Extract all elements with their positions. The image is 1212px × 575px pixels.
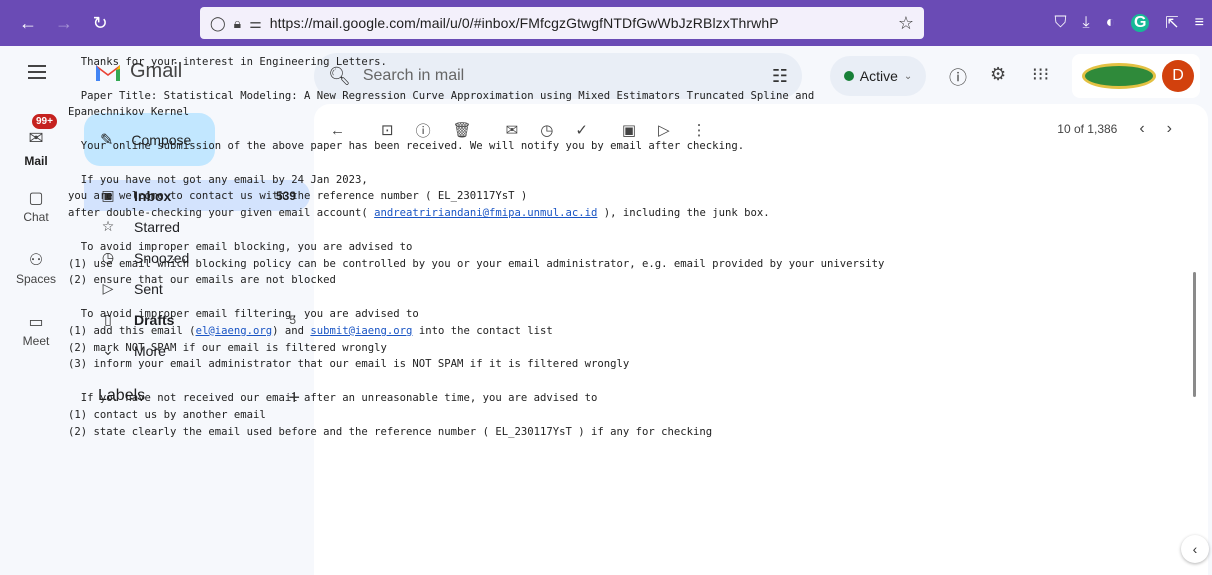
url-text: https://mail.google.com/mail/u/0/#inbox/… [269, 15, 779, 31]
chevron-left-icon: ‹ [1192, 541, 1198, 557]
body-line: (2) state clearly the email used before … [68, 425, 713, 438]
pocket-icon[interactable]: ⛉ [1054, 14, 1066, 32]
org-emblem-icon [1082, 63, 1156, 89]
lock-icon: 🔒︎ [233, 14, 242, 31]
browser-extensions: ⛉ ⤓ ◐ G ⇱ ≡ [1054, 0, 1204, 46]
rail-mail[interactable]: ✉ 99+ Mail [0, 114, 72, 168]
email-body: Thanks for your interest in Engineering … [68, 54, 884, 440]
grammarly-icon[interactable]: G [1131, 14, 1150, 32]
chevron-down-icon: ⌄ [903, 70, 913, 82]
reload-icon[interactable]: ↻ [86, 13, 114, 34]
author-email-link[interactable]: andreatririandani@fmipa.unmul.ac.id [374, 207, 597, 219]
body-line: To avoid improper email blocking, you ar… [80, 240, 413, 253]
body-line: ) and [272, 324, 311, 337]
scrollbar-thumb[interactable] [1193, 272, 1196, 397]
newer-chevron-icon[interactable]: ‹ [1139, 120, 1144, 138]
body-line: (1) add this email ( [68, 324, 196, 337]
body-line: If you have not received our email after… [80, 391, 598, 404]
body-line: Paper Title: Statistical Modeling: A New… [80, 89, 815, 102]
rail-label: Meet [22, 334, 50, 348]
body-line: into the contact list [412, 324, 553, 337]
body-line: you are welcome to contact us with the r… [68, 190, 528, 203]
body-line: (3) inform your email administrator that… [68, 358, 630, 371]
rail-label: Spaces [15, 272, 57, 286]
main-menu-icon[interactable] [28, 65, 46, 79]
rail-spaces[interactable]: ⚇ Spaces [0, 250, 72, 286]
video-camera-icon: ▭ [28, 314, 44, 331]
body-line: Epanechnikov Kernel [68, 106, 190, 119]
unread-badge: 99+ [32, 114, 57, 129]
rail-label: Mail [24, 154, 48, 168]
body-line: Your online submission of the above pape… [80, 139, 745, 152]
body-line: (2) ensure that our emails are not block… [68, 274, 336, 287]
body-line: If you have not got any email by 24 Jan … [80, 173, 368, 186]
share-icon[interactable]: ⇱ [1165, 13, 1178, 33]
pagination: 10 of 1,386 ‹ › [1057, 120, 1172, 138]
back-arrow-icon[interactable]: ← [14, 13, 42, 34]
body-line: after double-checking your given email a… [68, 207, 375, 220]
forward-arrow-icon[interactable]: → [50, 13, 78, 34]
el-email-link[interactable]: el@iaeng.org [196, 325, 273, 337]
account-avatar[interactable]: D [1162, 60, 1194, 92]
rail-label: Chat [23, 210, 49, 224]
chat-icon: ▢ [28, 190, 44, 207]
rail-meet[interactable]: ▭ Meet [0, 312, 72, 348]
help-icon[interactable]: ⓘ [949, 64, 967, 90]
settings-gear-icon[interactable]: ⚙ [990, 64, 1006, 85]
shield-icon: ◯ [210, 14, 226, 31]
spaces-icon: ⚇ [28, 252, 44, 269]
body-line: (1) contact us by another email [68, 408, 266, 421]
menu-icon[interactable]: ≡ [1195, 14, 1204, 32]
submit-email-link[interactable]: submit@iaeng.org [310, 325, 412, 337]
bookmark-star-icon[interactable]: ☆ [898, 13, 914, 34]
download-icon[interactable]: ⤓ [1083, 14, 1090, 32]
side-panel-toggle[interactable]: ‹ [1181, 535, 1209, 563]
body-line: Thanks for your interest in Engineering … [80, 56, 387, 68]
body-line: (1) use email which blocking policy can … [68, 257, 885, 270]
apps-grid-icon[interactable]: ⁝⁝⁝ [1032, 64, 1049, 85]
body-line: ), including the junk box. [597, 207, 770, 220]
page-count: 10 of 1,386 [1057, 122, 1118, 136]
body-line: (2) mark NOT SPAM if our email is filter… [68, 341, 387, 354]
body-line: To avoid improper email filtering, you a… [80, 307, 419, 320]
older-chevron-icon[interactable]: › [1167, 120, 1172, 138]
rail-chat[interactable]: ▢ Chat [0, 188, 72, 224]
permissions-icon[interactable]: ⚌ [249, 15, 262, 32]
extension-icon[interactable]: ◐ [1106, 14, 1116, 32]
address-bar[interactable]: ◯ 🔒︎ ⚌ https://mail.google.com/mail/u/0/… [200, 7, 924, 39]
